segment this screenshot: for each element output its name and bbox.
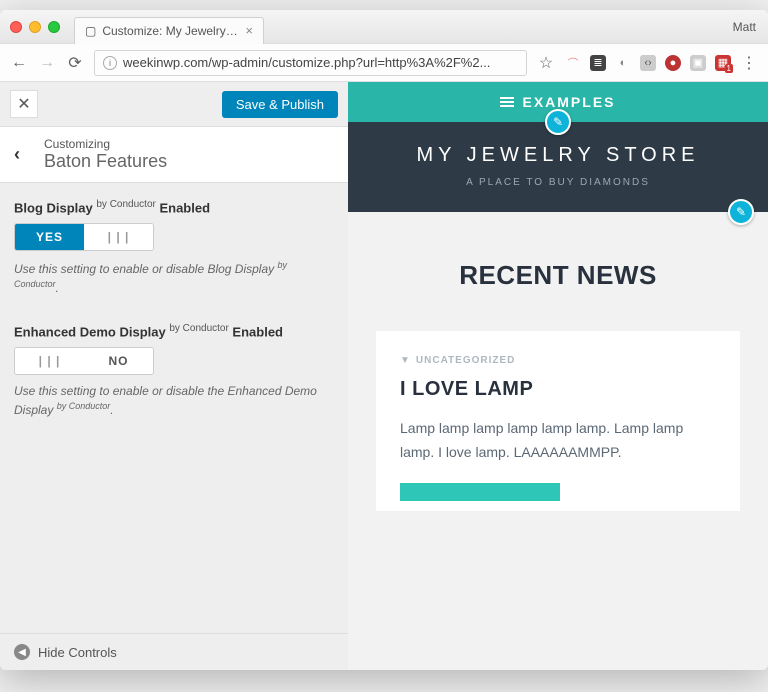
- hide-controls-label: Hide Controls: [38, 645, 117, 660]
- browser-tab[interactable]: ▢ Customize: My Jewelry store ×: [74, 17, 264, 44]
- toggle-yes[interactable]: YES: [15, 224, 84, 250]
- extension-icons: ⌒ ≣ ◐ ‹› ● ▣ ▦1 ⋮: [565, 53, 758, 73]
- control-label: Enhanced Demo Display by Conductor Enabl…: [14, 323, 334, 339]
- controls-list: Blog Display by Conductor Enabled YES | …: [0, 183, 348, 670]
- urlbar: ← → ⟳ i weekinwp.com/wp-admin/customize.…: [0, 44, 768, 82]
- section-header: ‹ Customizing Baton Features: [0, 127, 348, 183]
- hamburger-icon[interactable]: [500, 97, 514, 107]
- post-title[interactable]: I LOVE LAMP: [400, 378, 716, 401]
- ext-icon-4[interactable]: ‹›: [640, 55, 656, 71]
- preview-pane: EXAMPLES ✎ MY JEWELRY STORE A PLACE TO B…: [348, 82, 768, 670]
- ext-icon-1[interactable]: ⌒: [565, 55, 581, 71]
- ext-icon-3[interactable]: ◐: [615, 55, 631, 71]
- collapse-icon: ◀: [14, 644, 30, 660]
- sidebar-header: ✕ Save & Publish: [0, 82, 348, 127]
- site-info-icon[interactable]: i: [103, 56, 117, 70]
- preview-body: RECENT NEWS ▼ UNCATEGORIZED I LOVE LAMP …: [348, 212, 768, 670]
- toggle-handle[interactable]: | | |: [84, 224, 153, 250]
- preview-header: ✎ MY JEWELRY STORE A PLACE TO BUY DIAMON…: [348, 122, 768, 212]
- customizer-close-button[interactable]: ✕: [10, 90, 38, 118]
- control-enhanced-demo: Enhanced Demo Display by Conductor Enabl…: [14, 323, 334, 419]
- nav-reload-icon[interactable]: ⟳: [66, 53, 84, 73]
- site-tagline: A PLACE TO BUY DIAMONDS: [358, 177, 758, 188]
- edit-shortcut-icon[interactable]: ✎: [545, 109, 571, 135]
- recent-news-heading: RECENT NEWS: [376, 212, 740, 331]
- profile-name[interactable]: Matt: [733, 20, 756, 34]
- toggle-enhanced-demo[interactable]: | | | NO: [14, 347, 154, 375]
- ext-icon-2[interactable]: ≣: [590, 55, 606, 71]
- post-category[interactable]: ▼ UNCATEGORIZED: [400, 355, 716, 366]
- control-help: Use this setting to enable or disable th…: [14, 383, 334, 419]
- back-arrow-icon[interactable]: ‹: [14, 144, 34, 165]
- control-blog-display: Blog Display by Conductor Enabled YES | …: [14, 199, 334, 297]
- content: ✕ Save & Publish ‹ Customizing Baton Fea…: [0, 82, 768, 670]
- url-text: weekinwp.com/wp-admin/customize.php?url=…: [123, 55, 490, 70]
- window-zoom-dot[interactable]: [48, 21, 60, 33]
- customizer-sidebar: ✕ Save & Publish ‹ Customizing Baton Fea…: [0, 82, 348, 670]
- customizing-label: Customizing: [44, 137, 167, 151]
- control-help: Use this setting to enable or disable Bl…: [14, 259, 334, 297]
- tab-title: Customize: My Jewelry store: [102, 24, 239, 38]
- post-card: ▼ UNCATEGORIZED I LOVE LAMP Lamp lamp la…: [376, 331, 740, 511]
- nav-back-icon[interactable]: ←: [10, 54, 28, 72]
- hide-controls-button[interactable]: ◀ Hide Controls: [0, 633, 348, 670]
- toggle-handle[interactable]: | | |: [15, 348, 84, 374]
- window-minimize-dot[interactable]: [29, 21, 41, 33]
- browser-window: ▢ Customize: My Jewelry store × Matt ← →…: [0, 10, 768, 670]
- url-field[interactable]: i weekinwp.com/wp-admin/customize.php?ur…: [94, 50, 527, 76]
- ext-icon-7[interactable]: ▦1: [715, 55, 731, 71]
- window-close-dot[interactable]: [10, 21, 22, 33]
- edit-shortcut-icon[interactable]: ✎: [728, 199, 754, 225]
- toggle-no[interactable]: NO: [84, 348, 153, 374]
- tag-icon: ▼: [400, 355, 411, 366]
- browser-menu-icon[interactable]: ⋮: [740, 53, 758, 73]
- ext-icon-6[interactable]: ▣: [690, 55, 706, 71]
- ext-icon-5[interactable]: ●: [665, 55, 681, 71]
- topbar-label: EXAMPLES: [522, 94, 615, 110]
- tab-close-icon[interactable]: ×: [245, 23, 253, 38]
- control-label: Blog Display by Conductor Enabled: [14, 199, 334, 215]
- tab-favicon: ▢: [85, 24, 96, 38]
- site-title: MY JEWELRY STORE: [358, 144, 758, 167]
- read-more-button[interactable]: [400, 483, 560, 501]
- titlebar: ▢ Customize: My Jewelry store × Matt: [0, 10, 768, 44]
- nav-forward-icon: →: [38, 54, 56, 72]
- toggle-blog-display[interactable]: YES | | |: [14, 223, 154, 251]
- post-body: Lamp lamp lamp lamp lamp lamp. Lamp lamp…: [400, 417, 716, 465]
- save-publish-button[interactable]: Save & Publish: [222, 91, 338, 118]
- traffic-lights: [10, 21, 60, 33]
- bookmark-star-icon[interactable]: ☆: [537, 53, 555, 73]
- section-title: Baton Features: [44, 151, 167, 172]
